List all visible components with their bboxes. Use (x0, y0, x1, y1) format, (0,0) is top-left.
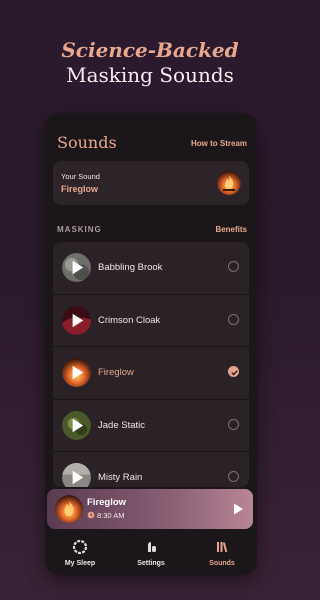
tab-sounds[interactable]: Sounds (187, 539, 257, 567)
sound-name: Crimson Cloak (98, 314, 161, 326)
play-icon (72, 471, 84, 485)
sleep-ring-icon (72, 539, 88, 555)
sound-list: Babbling Brook Crimson Cloak Fireglow Ja… (53, 242, 249, 487)
library-icon (217, 542, 228, 553)
radio-button[interactable] (228, 261, 239, 272)
tab-my-sleep[interactable]: My Sleep (45, 539, 115, 567)
mini-player[interactable]: Fireglow 8:30 AM (47, 489, 253, 529)
sounds-header: Sounds How to Stream (57, 133, 247, 155)
radio-button-selected[interactable] (228, 366, 239, 378)
your-sound-value: Fireglow (61, 184, 99, 194)
play-icon[interactable] (231, 502, 245, 516)
your-sound-card[interactable]: Your Sound Fireglow (53, 161, 249, 205)
sound-name: Fireglow (98, 367, 134, 379)
tab-label: Settings (137, 560, 165, 567)
list-item[interactable]: Babbling Brook (53, 242, 249, 295)
radio-button[interactable] (228, 313, 239, 325)
play-icon (72, 418, 84, 433)
mini-player-title: Fireglow (87, 497, 127, 508)
headline: Science-Backed Masking Sounds (0, 38, 300, 88)
fire-thumbnail-icon (55, 495, 83, 523)
masking-section-header: MASKING Benefits (57, 225, 247, 237)
headline-line-2: Masking Sounds (66, 63, 234, 87)
sound-name: Babbling Brook (98, 262, 163, 273)
list-item[interactable]: Crimson Cloak (53, 295, 249, 348)
radio-button[interactable] (228, 418, 239, 430)
mini-player-time: 8:30 AM (97, 511, 125, 520)
masking-section-title: MASKING (57, 225, 102, 234)
tab-settings[interactable]: Settings (116, 539, 186, 567)
headline-line-1: Science-Backed (61, 38, 239, 62)
page-title: Sounds (57, 133, 117, 152)
benefits-link[interactable]: Benefits (215, 225, 247, 234)
list-item[interactable]: Misty Rain (53, 452, 249, 487)
list-item[interactable]: Jade Static (53, 400, 249, 453)
play-icon (72, 365, 84, 380)
play-icon (72, 260, 84, 275)
checkmark-icon (231, 370, 238, 376)
phone-screen: Sounds How to Stream Your Sound Fireglow… (45, 113, 257, 575)
fire-thumbnail-icon (217, 171, 241, 195)
bottom-tab-bar: My Sleep Settings Sounds (45, 532, 257, 575)
sound-name: Misty Rain (98, 472, 143, 484)
tab-label: My Sleep (64, 560, 96, 567)
settings-icon (148, 542, 156, 552)
alarm-clock-icon (87, 511, 95, 519)
tab-label: Sounds (209, 560, 235, 567)
list-item[interactable]: Fireglow (53, 347, 249, 400)
sound-name: Jade Static (98, 419, 145, 431)
radio-button[interactable] (228, 471, 239, 483)
how-to-stream-link[interactable]: How to Stream (191, 139, 247, 148)
your-sound-label: Your Sound (61, 172, 100, 181)
play-icon (72, 313, 84, 327)
